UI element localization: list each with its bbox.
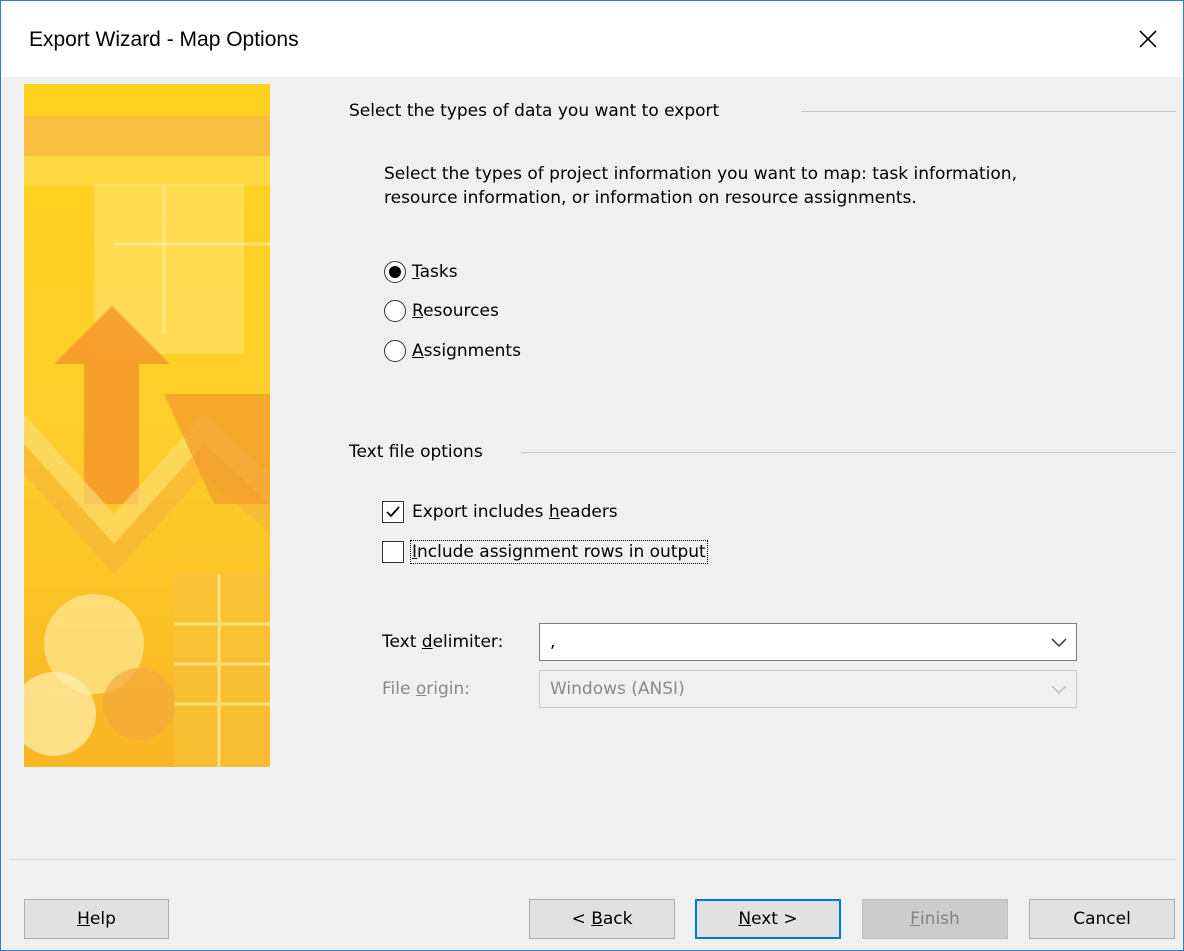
radio-selected-dot	[389, 266, 401, 278]
radio-assignments-label: Assignments	[412, 341, 521, 361]
text-delimiter-label: Text delimiter:	[382, 632, 504, 652]
data-types-description: Select the types of project information …	[384, 164, 1017, 208]
checkmark-icon	[386, 506, 400, 518]
checkbox-assignment-rows[interactable]: Include assignment rows in output	[382, 539, 708, 565]
checkbox-export-headers[interactable]: Export includes headers	[382, 499, 618, 525]
export-wizard-dialog: Export Wizard - Map Options Select the t…	[0, 0, 1184, 951]
data-types-heading: Select the types of data you want to exp…	[349, 101, 720, 121]
finish-button[interactable]: Finish	[862, 899, 1008, 939]
data-types-divider	[801, 111, 1176, 112]
radio-tasks-control[interactable]	[384, 261, 406, 283]
radio-resources-control[interactable]	[384, 300, 406, 322]
next-button[interactable]: Next >	[695, 899, 841, 939]
dialog-title: Export Wizard - Map Options	[29, 28, 299, 51]
text-delimiter-value: ,	[550, 632, 556, 652]
text-options-heading: Text file options	[349, 442, 483, 462]
close-button[interactable]	[1113, 1, 1183, 77]
footer-divider	[10, 859, 1176, 860]
back-button[interactable]: < Back	[529, 899, 675, 939]
radio-tasks[interactable]: Tasks	[384, 259, 458, 285]
chevron-down-icon	[1051, 638, 1067, 648]
cancel-button[interactable]: Cancel	[1029, 899, 1175, 939]
wizard-banner-image	[24, 84, 270, 767]
file-origin-value: Windows (ANSI)	[550, 679, 685, 699]
checkbox-export-headers-box[interactable]	[382, 501, 404, 523]
file-origin-label: File origin:	[382, 679, 470, 699]
close-icon	[1139, 30, 1157, 48]
title-bar: Export Wizard - Map Options	[1, 1, 1183, 77]
radio-tasks-label: Tasks	[412, 262, 458, 282]
text-options-divider	[521, 452, 1176, 453]
text-delimiter-select[interactable]: ,	[539, 623, 1077, 661]
radio-resources[interactable]: Resources	[384, 298, 499, 324]
checkbox-assignment-rows-label: Include assignment rows in output	[410, 540, 708, 564]
radio-assignments[interactable]: Assignments	[384, 338, 521, 364]
radio-assignments-control[interactable]	[384, 340, 406, 362]
radio-resources-label: Resources	[412, 301, 499, 321]
checkbox-export-headers-label: Export includes headers	[412, 502, 618, 522]
help-button[interactable]: Help	[24, 899, 169, 939]
file-origin-select[interactable]: Windows (ANSI)	[539, 670, 1077, 708]
chevron-down-icon	[1051, 685, 1067, 695]
checkbox-assignment-rows-box[interactable]	[382, 541, 404, 563]
